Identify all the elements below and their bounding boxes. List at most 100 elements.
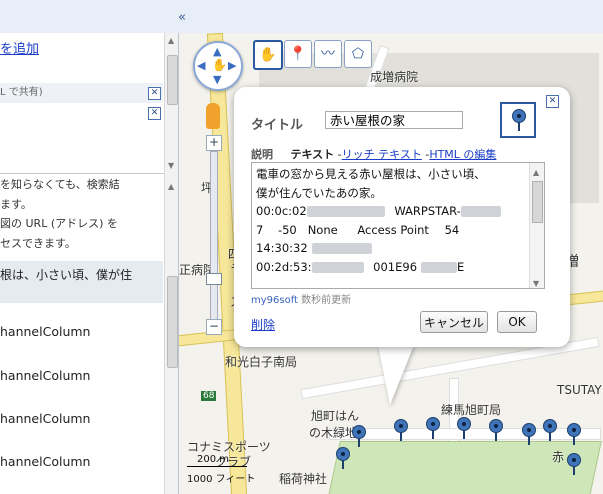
map-scale: 200 m 1000 フィート xyxy=(187,454,272,486)
scroll-thumb[interactable] xyxy=(532,181,543,223)
route-shield: 68 xyxy=(201,391,217,401)
pan-control[interactable]: ▲ ◀ ▶ ▼ ✋ xyxy=(193,41,243,91)
scroll-down-icon[interactable]: ▼ xyxy=(533,275,539,288)
description-label: 説明 xyxy=(251,148,273,161)
redacted-block xyxy=(311,261,364,273)
pan-right-icon[interactable]: ▶ xyxy=(228,59,236,72)
cancel-button[interactable]: キャンセル xyxy=(420,311,488,333)
map-marker[interactable] xyxy=(336,447,350,469)
street-view-pegman-icon[interactable] xyxy=(206,103,220,129)
pan-down-icon[interactable]: ▼ xyxy=(213,73,221,86)
mode-rich-text-link[interactable]: リッチ テキスト xyxy=(342,148,422,161)
map-marker[interactable] xyxy=(522,423,536,445)
map-label: 成増病院 xyxy=(370,70,419,84)
zoom-track[interactable] xyxy=(210,151,218,323)
zoom-in-button[interactable]: + xyxy=(206,135,222,151)
map-label: 旭町はん xyxy=(311,409,360,423)
info-window: ✕ タイトル 赤い屋根の家 説明 テキスト -リッチ テキスト -HTML の編… xyxy=(234,87,570,347)
map-marker[interactable] xyxy=(567,453,581,475)
hand-icon: ✋ xyxy=(259,47,277,63)
mode-html-link[interactable]: HTML の編集 xyxy=(429,148,496,161)
left-scrollbar[interactable]: ▲ ▼ ▲ xyxy=(164,33,178,494)
source-link[interactable]: my96soft xyxy=(251,295,298,306)
help-line: ます。 xyxy=(0,197,32,211)
redacted-block xyxy=(421,261,458,273)
map-marker[interactable] xyxy=(394,419,408,441)
zoom-control[interactable]: + − xyxy=(206,133,222,335)
zoom-out-button[interactable]: − xyxy=(206,319,222,335)
map-label: の木緑地 xyxy=(309,426,358,440)
hand-tool-button[interactable]: ✋ xyxy=(253,40,283,70)
divider xyxy=(0,173,170,174)
map-label: 練馬旭町局 xyxy=(441,403,502,417)
add-content-link[interactable]: を追加 xyxy=(0,38,39,57)
redacted-block xyxy=(460,206,501,217)
timestamp: 14:30:32 xyxy=(256,241,308,255)
shape-tool-button[interactable]: ⬠ xyxy=(344,40,372,68)
ap-type: Access Point xyxy=(357,222,429,237)
title-input[interactable]: 赤い屋根の家 xyxy=(325,111,463,129)
ok-button[interactable]: OK xyxy=(497,311,537,333)
ap-rate: 54 xyxy=(444,222,460,237)
hand-icon: ✋ xyxy=(212,58,227,72)
map-marker[interactable] xyxy=(489,419,503,441)
close-icon[interactable]: ✕ xyxy=(148,107,161,120)
help-line: 図の URL (アドレス) を xyxy=(0,217,118,230)
help-text: を知らなくても、検索結 ます。 図の URL (アドレス) を セスできます。 xyxy=(0,176,160,254)
list-item[interactable]: hannelColumn xyxy=(0,324,90,339)
signal-info: 7 -50 None xyxy=(256,222,338,237)
scale-feet: 1000 フィート xyxy=(187,474,256,485)
map-label: 稲荷神社 xyxy=(279,472,328,486)
description-line: 00:2d:53: 001E96 E xyxy=(256,258,524,277)
scroll-up-icon[interactable]: ▲ xyxy=(533,164,539,183)
zoom-slider-knob[interactable] xyxy=(206,273,222,285)
scale-meters: 200 m xyxy=(197,454,230,465)
close-icon[interactable]: ✕ xyxy=(546,95,559,108)
list-item[interactable]: hannelColumn xyxy=(0,411,90,426)
delete-link[interactable]: 削除 xyxy=(251,316,275,333)
list-item[interactable]: hannelColumn xyxy=(0,454,90,469)
marker-icon-picker[interactable] xyxy=(500,102,536,138)
description-scrollbar[interactable]: ▲ ▼ xyxy=(529,163,544,288)
map-marker[interactable] xyxy=(543,419,557,441)
scroll-down-icon[interactable]: ▼ xyxy=(168,161,174,170)
help-line: セスできます。 xyxy=(0,236,76,250)
description-line: 14:30:32 xyxy=(256,239,524,258)
collapse-panel-button[interactable]: « xyxy=(178,10,186,25)
line-tool-button[interactable]: 〰 xyxy=(314,40,342,68)
scroll-thumb[interactable] xyxy=(167,55,178,105)
description-line: 00:0c:02 WARPSTAR- xyxy=(256,202,524,221)
list-item[interactable]: hannelColumn xyxy=(0,368,90,383)
ssid: WARPSTAR- xyxy=(394,204,461,218)
map-marker[interactable] xyxy=(457,417,471,439)
scroll-thumb[interactable] xyxy=(167,276,178,368)
map-marker[interactable] xyxy=(426,417,440,439)
map-marker[interactable] xyxy=(567,423,581,445)
marker-tool-button[interactable]: 📍 xyxy=(284,40,312,68)
map-label: 赤 xyxy=(552,450,565,464)
pan-left-icon[interactable]: ◀ xyxy=(197,59,205,72)
marker-icon xyxy=(512,109,526,131)
list-item-label: 根は、小さい頃、僕が住 xyxy=(0,268,133,282)
description-line: 僕が住んでいたあの家。 xyxy=(256,185,382,200)
title-label: タイトル xyxy=(251,118,304,133)
mac-address: 00:0c:02 xyxy=(256,204,307,218)
scroll-up-icon[interactable]: ▲ xyxy=(168,182,174,191)
description-mode-row: 説明 テキスト -リッチ テキスト -HTML の編集 xyxy=(251,146,496,162)
redacted-block xyxy=(311,243,372,254)
description-line: 7 -50 None Access Point 54 xyxy=(256,221,524,240)
pan-up-icon[interactable]: ▲ xyxy=(213,45,221,58)
mac-address: 00:2d:53: xyxy=(256,259,312,274)
selected-list-item[interactable]: 根は、小さい頃、僕が住 xyxy=(0,261,163,303)
marker-icon: 📍 xyxy=(289,46,307,62)
scroll-up-icon[interactable]: ▲ xyxy=(168,36,174,45)
share-row: L で共有) xyxy=(0,83,163,103)
close-icon[interactable]: ✕ xyxy=(148,87,161,100)
map-marker[interactable] xyxy=(352,425,366,447)
left-panel: を追加 L で共有) ✕ ✕ を知らなくても、検索結 ます。 図の URL (ア… xyxy=(0,33,179,494)
description-textarea[interactable]: 電車の窓から見える赤い屋根は、小さい頃、 僕が住んでいたあの家。 00:0c:0… xyxy=(251,162,545,289)
map-label: TSUTAY xyxy=(557,383,602,397)
updated-text: 数秒前更新 xyxy=(301,295,352,306)
scale-line xyxy=(187,466,247,467)
redacted-block xyxy=(306,206,385,217)
